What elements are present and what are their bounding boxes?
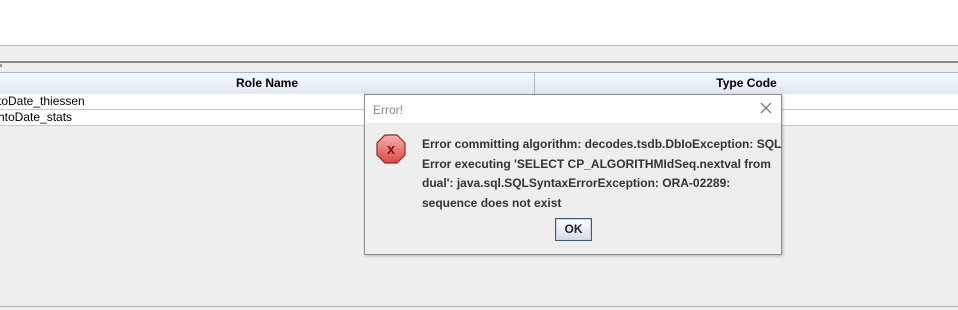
message-line: sequence does not exist (422, 195, 562, 210)
column-header-type-code[interactable]: Type Code (535, 73, 958, 94)
error-icon-glyph: x (387, 141, 396, 158)
dialog-titlebar[interactable]: Error! (365, 95, 781, 123)
separator-line (0, 61, 958, 63)
ok-button[interactable]: OK (555, 218, 592, 241)
top-blank-area (0, 0, 958, 45)
dialog-title: Error! (373, 103, 403, 117)
message-line: dual': java.sql.SQLSyntaxErrorException:… (422, 176, 731, 190)
error-x-icon: x (376, 134, 406, 164)
table-header: Role Name Type Code (0, 72, 958, 95)
error-dialog: Error! x Error committing algorithm: dec… (364, 94, 782, 255)
message-line: Error committing algorithm: decodes.tsdb… (422, 137, 782, 151)
scrollbar-edge-tick (0, 64, 2, 67)
error-message: Error committing algorithm: decodes.tsdb… (422, 135, 782, 213)
close-icon[interactable] (759, 101, 773, 115)
message-line: Error executing 'SELECT CP_ALGORITHMIdSe… (422, 156, 771, 171)
bottom-divider (0, 306, 958, 307)
column-header-role-name[interactable]: Role Name (0, 73, 535, 94)
